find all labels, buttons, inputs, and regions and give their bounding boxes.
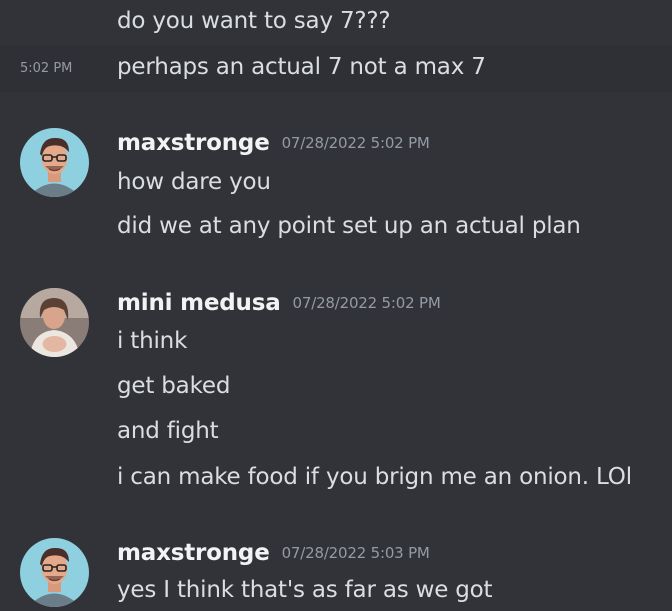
message-text: yes I think that's as far as we got	[117, 577, 493, 603]
message-timestamp: 07/28/2022 5:02 PM	[292, 294, 441, 312]
chat-message-list: do you want to say 7??? 5:02 PM perhaps …	[0, 0, 672, 611]
message-text: perhaps an actual 7 not a max 7	[117, 54, 486, 80]
username[interactable]: mini medusa	[117, 290, 281, 316]
avatar-maxstronge-icon	[20, 538, 89, 607]
message-text: did we at any point set up an actual pla…	[117, 213, 581, 239]
message-timestamp: 07/28/2022 5:03 PM	[281, 544, 430, 562]
message-text: get baked	[117, 373, 231, 399]
message-text: i can make food if you brign me an onion…	[117, 464, 632, 490]
avatar[interactable]	[20, 538, 89, 607]
message-header: maxstronge 07/28/2022 5:02 PM	[117, 130, 430, 156]
message-header: maxstronge 07/28/2022 5:03 PM	[117, 540, 430, 566]
message-text: do you want to say 7???	[117, 8, 391, 34]
message-text: i think	[117, 328, 188, 354]
message-header: mini medusa 07/28/2022 5:02 PM	[117, 290, 441, 316]
avatar[interactable]	[20, 128, 89, 197]
message-hover-timestamp: 5:02 PM	[20, 61, 73, 76]
avatar-maxstronge-icon	[20, 128, 89, 197]
message-text: how dare you	[117, 169, 271, 195]
avatar[interactable]	[20, 288, 89, 357]
username[interactable]: maxstronge	[117, 540, 270, 566]
message-timestamp: 07/28/2022 5:02 PM	[281, 134, 430, 152]
message-text: and fight	[117, 418, 219, 444]
username[interactable]: maxstronge	[117, 130, 270, 156]
avatar-mini-medusa-icon	[20, 288, 89, 357]
